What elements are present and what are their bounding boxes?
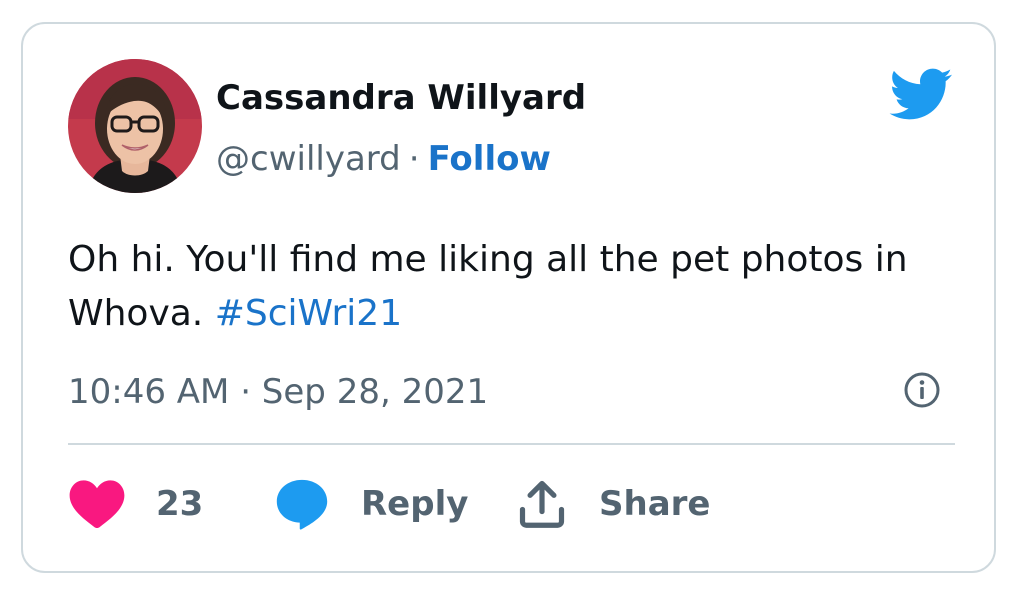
tweet-card: Cassandra Willyard @cwillyard · Follow Oh … [21,22,996,573]
heart-icon [69,480,125,529]
author-name[interactable]: Cassandra Willyard [216,78,586,118]
author-handle-row: @cwillyard · Follow [216,139,551,179]
tweet-body: Oh hi. You'll find me liking all the pet… [68,239,908,334]
speech-bubble-icon [276,479,328,530]
avatar-photo [68,59,202,193]
share-button[interactable]: Share [516,474,710,534]
avatar[interactable] [68,59,202,193]
author-handle[interactable]: @cwillyard [216,139,401,179]
divider [68,443,955,445]
share-upload-icon [519,480,565,528]
like-button[interactable]: 23 [68,474,203,534]
reply-button[interactable]: Reply [275,474,468,534]
hashtag-link[interactable]: #SciWri21 [215,293,402,334]
tweet-timestamp[interactable]: 10:46 AM · Sep 28, 2021 [68,367,488,417]
tweet-text: Oh hi. You'll find me liking all the pet… [68,233,948,341]
share-label: Share [599,484,711,524]
like-count: 23 [156,484,204,524]
info-icon[interactable] [903,371,941,409]
follow-button[interactable]: Follow [428,139,551,179]
twitter-bird-icon[interactable] [887,66,953,122]
reply-label: Reply [361,484,469,524]
separator-dot: · [408,139,420,179]
